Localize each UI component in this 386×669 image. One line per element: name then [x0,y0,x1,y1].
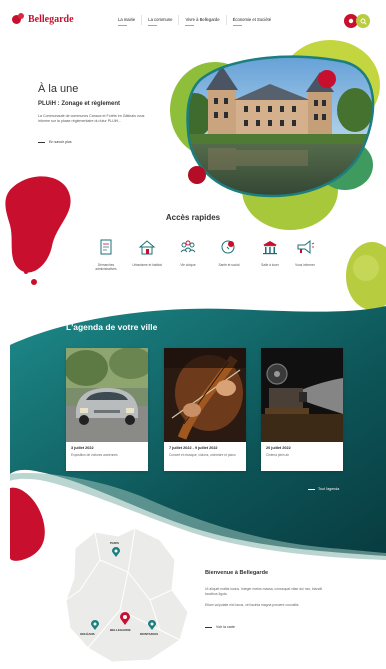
quick-access-label: Santé et social [218,263,240,267]
arrow-line-icon [205,626,212,628]
quick-access-item[interactable]: Santé et social [209,236,249,267]
event-description: Exposition de voitures anciennes [71,453,118,457]
building-icon [259,236,281,258]
quick-access-label: Vous informer [295,263,315,267]
map-label-montargis: MONTARGIS [140,632,159,636]
all-agenda-link[interactable]: Tout l'agenda [308,487,339,491]
event-description: Cinéma plein air [266,453,290,457]
projector-photo [261,348,343,442]
all-agenda-label: Tout l'agenda [318,487,340,491]
nav-item-mairie[interactable]: La mairie [118,17,135,27]
welcome-paragraph: Etiam vulputate nisl lacus, vel lacinia … [205,603,300,607]
news-title[interactable]: PLUiH : Zonage et règlement [38,101,120,107]
nav-item-vivre[interactable]: Vivre à Bellegarde [185,17,220,27]
megaphone-icon [294,236,316,258]
welcome-paragraph: Ut aliquet mattis luctus. Integer metus … [205,587,323,596]
map-label-bellegarde: BELLEGARDE [110,628,131,632]
quick-access-label: Vie civique [180,263,196,267]
quick-access-item[interactable]: Urbanisme et habitat [127,236,167,267]
violin-photo [164,348,246,442]
read-more-label: En savoir plus [49,140,72,144]
quick-access-label: Salle à louer [261,263,279,267]
house-icon [136,236,158,258]
event-card[interactable]: 7 juillet 2022 - 9 juillet 2022 Concert … [164,348,246,471]
event-date: 7 juillet 2022 - 9 juillet 2022 [169,446,218,450]
quick-access-item[interactable]: Salle à louer [250,236,290,267]
event-card[interactable]: 3 juillet 2022 Exposition de voitures an… [66,348,148,471]
people-icon [177,236,199,258]
quick-access-item[interactable]: Vous informer [285,236,325,267]
event-date: 3 juillet 2022 [71,446,94,450]
logo[interactable]: Bellegarde [12,13,74,25]
read-more-link[interactable]: En savoir plus [38,140,72,144]
site-header: Bellegarde La mairie La commune Vivre à … [0,0,386,40]
map-label-paris: PARIS [110,541,119,545]
alert-icon [348,18,354,24]
search-icon [360,18,367,25]
welcome-title: Bienvenue à Bellegarde [205,570,269,576]
quick-access-label: Démarches administratives [95,263,117,272]
map-pin-bellegarde-icon[interactable] [120,612,130,625]
quick-access-item[interactable]: Démarches administratives [86,236,126,271]
view-map-label: Voir la carte [216,625,235,629]
map-pin-icon[interactable] [91,620,99,630]
quick-access-title: Accès rapides [165,213,221,222]
nav-divider [178,15,180,25]
nav-divider [225,15,227,25]
map-label-orleans: ORLÉANS [80,632,95,636]
event-description: Concert et musique, violons, orchestre e… [169,453,236,457]
news-excerpt: La Communauté de communes Canaux et Forê… [38,114,145,124]
view-map-link[interactable]: Voir la carte [205,625,235,629]
event-card[interactable]: 20 juillet 2022 Cinéma plein air [261,348,343,471]
event-date: 20 juillet 2022 [266,446,291,450]
quick-access-item[interactable]: Vie civique [168,236,208,267]
health-icon [218,236,240,258]
agenda-title: L'agenda de votre ville [66,322,158,332]
section-title-une: À la une [38,83,79,95]
nav-item-economie[interactable]: Économie et Société [232,17,271,27]
map-pin-icon[interactable] [112,547,120,557]
nav-item-commune[interactable]: La commune [148,17,172,27]
logo-text: Bellegarde [28,13,74,25]
map-pin-icon[interactable] [148,620,156,630]
vintage-car-photo [66,348,148,442]
arrow-line-icon [38,141,45,143]
header-actions [344,14,370,28]
quick-access-label: Urbanisme et habitat [132,263,162,267]
logo-mark-icon [12,13,26,25]
document-icon [95,236,117,258]
nav-divider [141,15,143,25]
arrow-line-icon [308,488,315,490]
search-button[interactable] [356,14,370,28]
main-nav: La mairie La commune Vivre à Bellegarde … [118,15,271,27]
loiret-map [65,527,189,663]
